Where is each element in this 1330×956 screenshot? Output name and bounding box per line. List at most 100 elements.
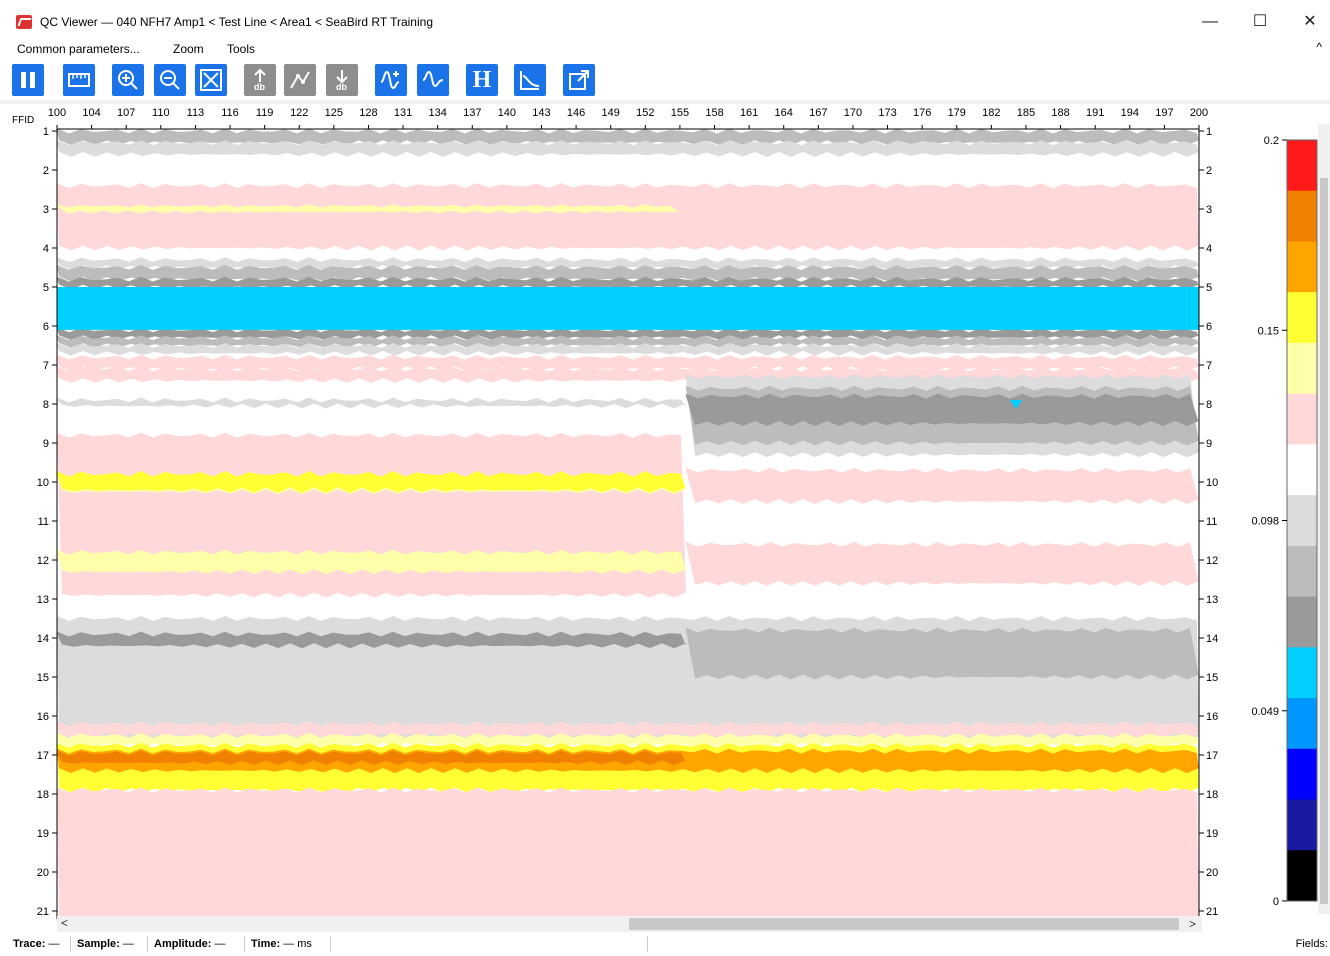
x-tick-label: 143 [532,107,550,119]
plot-area[interactable]: FFID 100 104 107 110 113 116 119 122 125 128 131 134… [0,104,1330,932]
y-tick-label: 21 [1206,906,1218,918]
colorbar-segment [1287,545,1317,598]
x-tick-label: 170 [844,107,862,119]
x-tick-label: 182 [982,107,1000,119]
horizontal-scrollbar[interactable]: < > [57,916,1202,932]
colorbar-segment [1287,292,1317,344]
heatmap-band [686,393,1199,426]
zoom-out-button[interactable] [154,64,186,96]
menu-zoom[interactable]: Zoom [173,42,204,56]
status-separator [147,936,148,952]
header-button[interactable]: H [466,64,498,96]
x-tick-label: 191 [1086,107,1104,119]
scroll-right-icon[interactable]: > [1189,917,1196,931]
y-tick-label: 2 [43,165,49,177]
y-tick-label: 8 [1206,399,1212,411]
zoom-out-icon [160,70,180,90]
heatmap-band [57,183,1199,251]
x-tick-label: 185 [1017,107,1035,119]
horizontal-scroll-thumb[interactable] [629,918,1179,930]
y-tick-label: 17 [37,750,49,762]
y-tick-label: 16 [37,711,49,723]
y-tick-label: 10 [37,477,49,489]
colorbar-label: 0.049 [1251,706,1279,718]
y-tick-label: 3 [43,204,49,216]
y-tick-label: 20 [37,867,49,879]
heatmap-band-cyan [57,287,1199,330]
y-tick-label: 21 [37,906,49,918]
y-tick-label: 6 [1206,321,1212,333]
x-tick-label: 188 [1051,107,1069,119]
status-separator [330,936,331,952]
heatmap-band [686,467,1199,504]
fit-view-button[interactable] [195,64,227,96]
y-tick-label: 9 [43,438,49,450]
y-tick-label: 9 [1206,438,1212,450]
gain-down-button[interactable]: db [326,64,358,96]
status-separator [647,936,648,952]
y-tick-label: 4 [1206,243,1212,255]
zoom-in-button[interactable] [112,64,144,96]
y-tick-label: 15 [37,672,49,684]
x-tick-label: 125 [325,107,343,119]
vertical-scroll-thumb[interactable] [1320,178,1328,904]
x-tick-label: 173 [878,107,896,119]
y-tick-label: 16 [1206,711,1218,723]
menu-tools[interactable]: Tools [227,42,255,56]
minimize-button[interactable]: — [1190,8,1230,36]
heatmap-band [686,627,1199,680]
amplitude-heatmap[interactable]: FFID100 104 107 110 113 116 119 122 125 128 131 134… [0,104,1330,932]
x-tick-label: 140 [498,107,516,119]
close-button[interactable]: ✕ [1290,8,1330,36]
curve-button[interactable] [284,64,316,96]
collapse-ribbon-button[interactable]: ^ [1316,40,1322,54]
db-arrow-down-icon: db [336,70,348,92]
x-tick-label: 200 [1190,107,1208,119]
export-button[interactable] [563,64,595,96]
y-tick-label: 3 [1206,204,1212,216]
status-bar: Trace: — Sample: — Amplitude: — Time: — … [0,932,1330,956]
colorbar-segment [1287,647,1317,699]
measure-button[interactable] [63,64,95,96]
ruler-icon [68,73,90,87]
y-tick-label: 10 [1206,477,1218,489]
colorbar-segment [1287,698,1317,750]
spectrum-button[interactable] [514,64,546,96]
x-tick-label: 116 [221,107,239,119]
wave-button[interactable] [417,64,449,96]
trace-status: Trace: — [13,938,60,950]
pause-button[interactable] [12,64,44,96]
x-tick-label: 164 [775,107,793,119]
x-tick-label: 137 [463,107,481,119]
y-tick-label: 18 [37,789,49,801]
x-tick-label: 167 [809,107,827,119]
x-axis-label: FFID [12,115,34,126]
y-tick-label: 14 [37,633,49,645]
toolbar: db db H [0,60,1330,100]
y-tick-label: 11 [1206,516,1217,528]
menu-common-parameters[interactable]: Common parameters... [17,42,140,56]
y-tick-label: 12 [1206,555,1218,567]
y-tick-label: 19 [1206,828,1218,840]
time-status: Time: — ms [251,938,312,950]
x-tick-label: 197 [1155,107,1173,119]
gain-up-button[interactable]: db [244,64,276,96]
vertical-scrollbar[interactable] [1318,124,1330,914]
x-tick-label: 107 [117,107,135,119]
y-tick-label: 11 [38,516,49,528]
colorbar-segment [1287,444,1317,496]
wave-icon [422,70,444,88]
wave-plus-button[interactable] [375,64,407,96]
maximize-button[interactable]: ☐ [1240,8,1280,36]
x-tick-label: 119 [256,107,274,119]
colorbar-segment [1287,799,1317,851]
x-tick-label: 131 [394,107,412,119]
y-tick-label: 4 [43,243,49,255]
x-tick-label: 128 [359,107,377,119]
scroll-left-icon[interactable]: < [61,916,68,930]
colorbar-segment [1287,596,1317,648]
pause-icon [21,72,35,88]
menu-bar: Common parameters... Zoom Tools [0,40,1330,60]
svg-text:db: db [254,82,265,92]
curve-node-icon [290,71,310,89]
